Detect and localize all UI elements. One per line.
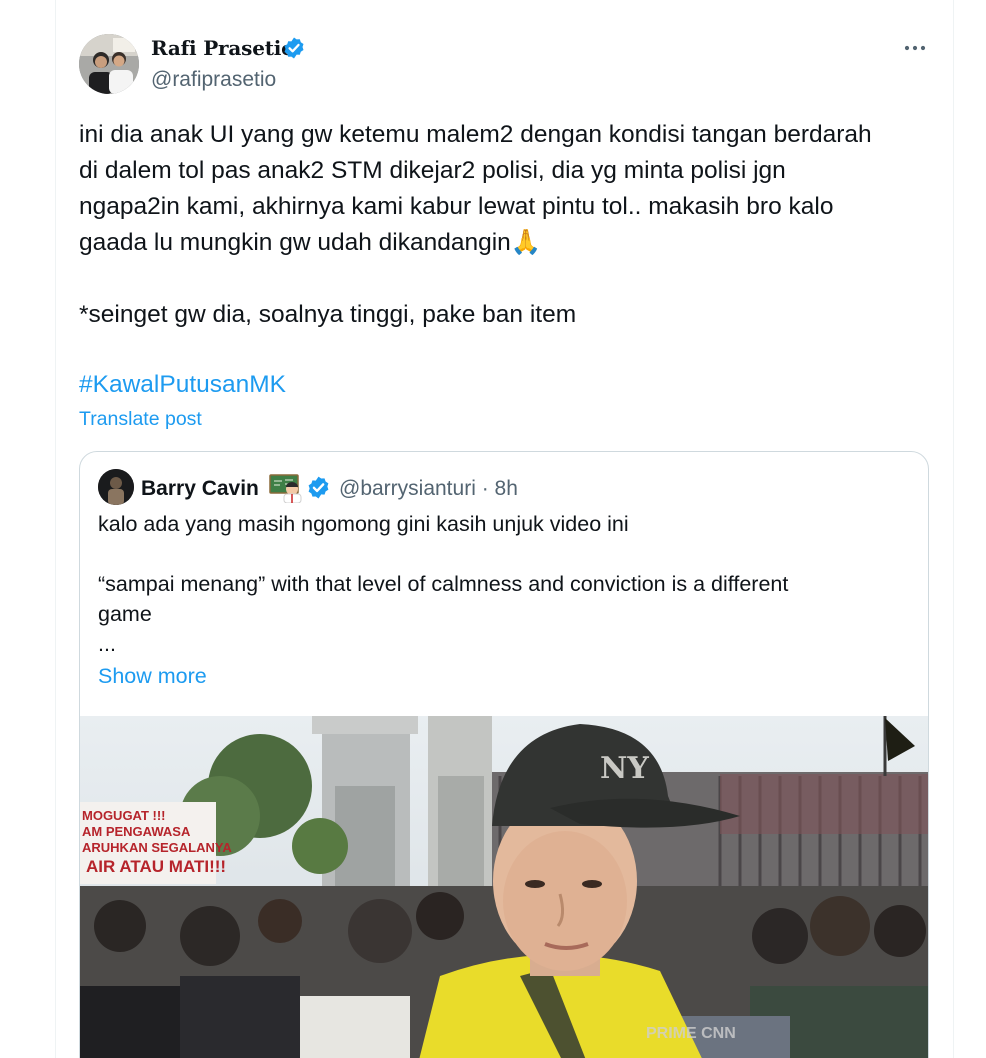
avatar-photo — [79, 34, 139, 94]
author-avatar[interactable] — [79, 34, 139, 94]
video-watermark: PRIME CNN — [646, 1025, 736, 1042]
quoted-avatar-photo — [98, 469, 134, 505]
quoted-video-media[interactable]: MOGUGAT !!! AM PENGAWASA ARUHKAN SEGALAN… — [80, 716, 928, 1058]
author-handle[interactable]: @rafiprasetio — [151, 68, 276, 92]
author-display-name[interactable]: Rafi Prasetio — [151, 36, 295, 60]
scientist-emoji-icon — [269, 474, 302, 503]
quoted-author-handle-time[interactable]: @barrysianturi · 8h — [339, 477, 518, 501]
verified-badge-icon — [284, 37, 304, 59]
quoted-author-name[interactable]: Barry Cavin — [141, 477, 259, 501]
show-more-link[interactable]: Show more — [98, 664, 207, 689]
more-horizontal-icon[interactable] — [900, 32, 932, 64]
post-text: ini dia anak UI yang gw ketemu malem2 de… — [79, 121, 872, 328]
svg-text:AIR ATAU MATI!!!: AIR ATAU MATI!!! — [86, 857, 226, 876]
translate-post-link[interactable]: Translate post — [79, 408, 202, 431]
quoted-author-avatar[interactable] — [98, 469, 134, 505]
protest-video-thumbnail: MOGUGAT !!! AM PENGAWASA ARUHKAN SEGALAN… — [80, 716, 928, 1058]
svg-text:MOGUGAT !!!: MOGUGAT !!! — [82, 808, 166, 823]
hashtag-link[interactable]: #KawalPutusanMK — [79, 367, 286, 403]
quoted-post-card[interactable]: Barry Cavin @barrysianturi · 8h kalo ada… — [79, 451, 929, 1058]
quoted-post-text: kalo ada yang masih ngomong gini kasih u… — [98, 512, 789, 656]
svg-text:ARUHKAN SEGALANYA: ARUHKAN SEGALANYA — [82, 840, 232, 855]
svg-text:AM PENGAWASA: AM PENGAWASA — [82, 824, 191, 839]
cap-logo: NY — [600, 751, 649, 786]
quoted-verified-badge-icon — [308, 476, 329, 499]
